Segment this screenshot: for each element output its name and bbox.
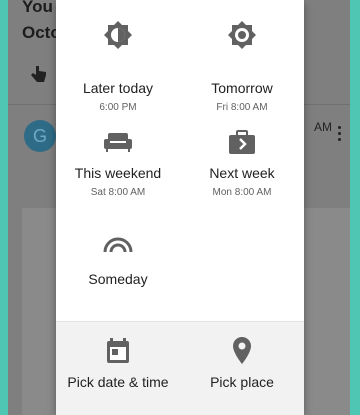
option-time: Mon 8:00 AM (212, 187, 272, 198)
option-label: Next week (209, 165, 275, 181)
couch-icon (104, 133, 132, 152)
option-later-today[interactable]: Later today 6:00 PM (56, 20, 180, 120)
option-this-weekend[interactable]: This weekend Sat 8:00 AM (56, 125, 180, 225)
brightness-half-icon (104, 21, 132, 49)
email-time: AM (314, 120, 332, 134)
calendar-icon (107, 338, 129, 363)
teal-border-right (350, 0, 360, 415)
teal-border-left (0, 0, 8, 415)
briefcase-icon (229, 130, 255, 154)
snooze-dialog: Later today 6:00 PM Tomorrow Fri 8:00 AM… (56, 0, 304, 415)
option-time: Sat 8:00 AM (90, 187, 146, 198)
pick-date-time-button[interactable]: Pick date & time (56, 322, 180, 415)
option-someday[interactable]: Someday (56, 233, 180, 333)
sender-avatar: G (24, 120, 56, 152)
option-time: Fri 8:00 AM (216, 102, 268, 113)
option-tomorrow[interactable]: Tomorrow Fri 8:00 AM (180, 20, 304, 120)
brightness-icon (228, 21, 256, 49)
option-next-week[interactable]: Next week Mon 8:00 AM (180, 125, 304, 225)
option-time: 6:00 PM (99, 102, 137, 113)
touch-hand-icon (31, 66, 46, 82)
option-label: This weekend (74, 165, 162, 181)
rainbow-icon (103, 237, 133, 253)
option-label: Tomorrow (211, 80, 273, 96)
option-label: Later today (82, 80, 154, 96)
option-label: Pick date & time (67, 374, 169, 390)
option-label: Pick place (210, 374, 274, 390)
pick-place-button[interactable]: Pick place (180, 322, 304, 415)
option-label: Someday (88, 271, 148, 287)
snooze-footer: Pick date & time Pick place (56, 321, 304, 415)
location-pin-icon (233, 337, 251, 364)
more-vert-icon (338, 126, 342, 142)
